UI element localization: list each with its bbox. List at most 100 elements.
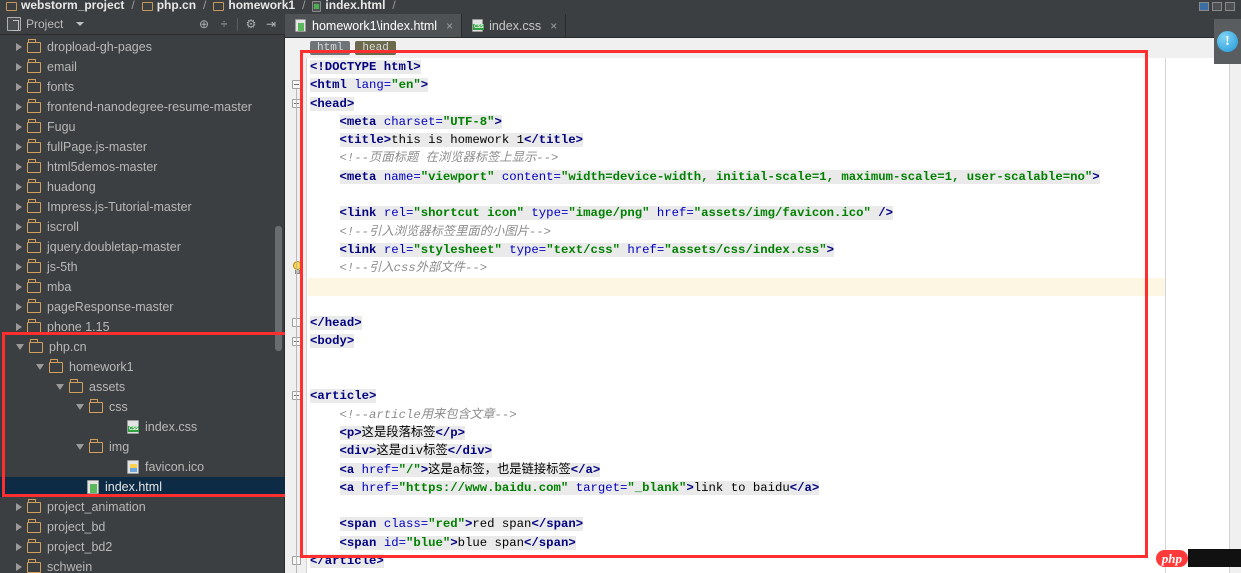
breadcrumb-item-3[interactable]: index.html [312, 0, 385, 14]
tree-row-jquery-doubletap-master[interactable]: jquery.doubletap-master [0, 237, 285, 257]
code-line[interactable]: <!--页面标题 在浏览器标签上显示--> [308, 149, 1241, 167]
chevron-down-icon[interactable] [76, 404, 84, 410]
chevron-right-icon[interactable] [16, 243, 22, 251]
toolbar-icon[interactable] [1225, 2, 1235, 11]
breadcrumb-item-2[interactable]: homework1 [213, 0, 295, 14]
close-icon[interactable]: × [446, 19, 453, 33]
tree-row-project-bd[interactable]: project_bd [0, 517, 285, 537]
chevron-down-icon[interactable] [56, 384, 64, 390]
chevron-right-icon[interactable] [16, 263, 22, 271]
breadcrumb-item-0[interactable]: webstorm_project [6, 0, 124, 14]
code-line[interactable]: <p>这是段落标签</p> [308, 424, 1241, 442]
collapse-all-icon[interactable]: ÷ [215, 15, 233, 33]
editor-gutter[interactable] [285, 58, 307, 573]
code-editor[interactable]: <!DOCTYPE html> <html lang="en"> <head> <m… [285, 58, 1241, 573]
code-line[interactable] [308, 497, 1241, 515]
chevron-right-icon[interactable] [16, 283, 22, 291]
chevron-down-icon[interactable] [36, 364, 44, 370]
chevron-right-icon[interactable] [16, 103, 22, 111]
code-line[interactable]: <meta name="viewport" content="width=dev… [308, 168, 1241, 186]
chevron-right-icon[interactable] [16, 563, 22, 571]
code-line[interactable]: <a href="https://www.baidu.com" target="… [308, 479, 1241, 497]
code-line[interactable]: <title>this is homework 1</title> [308, 131, 1241, 149]
chevron-right-icon[interactable] [16, 43, 22, 51]
tree-row-fugu[interactable]: Fugu [0, 117, 285, 137]
code-line[interactable]: <body> [308, 332, 1241, 350]
code-line[interactable]: <meta charset="UTF-8"> [308, 113, 1241, 131]
tab-homework1-index-html[interactable]: homework1\index.html × [285, 14, 463, 37]
tree-row-img[interactable]: img [0, 437, 285, 457]
chevron-right-icon[interactable] [16, 303, 22, 311]
code-line[interactable]: <div>这是div标签</div> [308, 442, 1241, 460]
chevron-right-icon[interactable] [16, 63, 22, 71]
tree-row-homework1[interactable]: homework1 [0, 357, 285, 377]
tree-row-assets[interactable]: assets [0, 377, 285, 397]
tree-row-schwein[interactable]: schwein [0, 557, 285, 573]
tree-row-html5demos-master[interactable]: html5demos-master [0, 157, 285, 177]
code-line[interactable] [308, 351, 1241, 369]
chevron-right-icon[interactable] [16, 203, 22, 211]
editor-breadcrumb-html[interactable]: html [310, 41, 351, 55]
editor-analysis-scrollbar[interactable] [1229, 58, 1241, 573]
tree-row-js-5th[interactable]: js-5th [0, 257, 285, 277]
breadcrumb-item-1[interactable]: php.cn [141, 0, 196, 14]
toolbar-icon[interactable] [1212, 2, 1222, 11]
tree-row-pageresponse-master[interactable]: pageResponse-master [0, 297, 285, 317]
code-line[interactable]: <span id="blue">blue span</span> [308, 534, 1241, 552]
tree-row-fullpage-js-master[interactable]: fullPage.js-master [0, 137, 285, 157]
tree-row-project-bd2[interactable]: project_bd2 [0, 537, 285, 557]
code-line[interactable]: <!--article用来包含文章--> [308, 406, 1241, 424]
hide-panel-icon[interactable]: ⇥ [262, 15, 280, 33]
tree-scrollbar[interactable] [275, 226, 282, 351]
tree-row-phone-1-15[interactable]: phone 1.15 [0, 317, 285, 337]
project-file-tree[interactable]: dropload-gh-pages email fonts frontend-nano… [0, 35, 285, 573]
tree-row-php-cn[interactable]: php.cn [0, 337, 285, 357]
toolbar-icon[interactable] [1199, 2, 1209, 11]
code-line[interactable]: <!DOCTYPE html> [308, 58, 1241, 76]
chevron-right-icon[interactable] [16, 503, 22, 511]
code-line[interactable]: <article> [308, 387, 1241, 405]
chevron-down-icon[interactable] [76, 22, 85, 26]
code-line[interactable]: <html lang="en"> [308, 76, 1241, 94]
tree-row-index-html[interactable]: index.html [0, 477, 285, 497]
tree-row-css[interactable]: css [0, 397, 285, 417]
chevron-down-icon[interactable] [76, 444, 84, 450]
chevron-right-icon[interactable] [16, 323, 22, 331]
tree-row-fonts[interactable]: fonts [0, 77, 285, 97]
chevron-right-icon[interactable] [16, 543, 22, 551]
code-line[interactable]: <link rel="stylesheet" type="text/css" h… [308, 241, 1241, 259]
chevron-right-icon[interactable] [16, 83, 22, 91]
chevron-right-icon[interactable] [16, 183, 22, 191]
code-line[interactable]: </article> [308, 552, 1241, 570]
code-line[interactable]: </head> [308, 314, 1241, 332]
code-content[interactable]: <!DOCTYPE html> <html lang="en"> <head> <m… [308, 58, 1241, 573]
settings-gear-icon[interactable]: ⚙ [242, 15, 260, 33]
code-line[interactable] [308, 277, 1241, 296]
tree-row-huadong[interactable]: huadong [0, 177, 285, 197]
locate-icon[interactable]: ⊕ [195, 15, 213, 33]
tree-row-frontend-nanodegree-resume-master[interactable]: frontend-nanodegree-resume-master [0, 97, 285, 117]
tab-index-css[interactable]: index.css × [462, 14, 567, 37]
tree-row-index-css[interactable]: index.css [0, 417, 285, 437]
tree-row-iscroll[interactable]: iscroll [0, 217, 285, 237]
tree-row-mba[interactable]: mba [0, 277, 285, 297]
chevron-right-icon[interactable] [16, 143, 22, 151]
code-line[interactable]: <!--引入浏览器标签里面的小图片--> [308, 223, 1241, 241]
tree-row-project-animation[interactable]: project_animation [0, 497, 285, 517]
tree-row-favicon-ico[interactable]: favicon.ico [0, 457, 285, 477]
tree-row-dropload-gh-pages[interactable]: dropload-gh-pages [0, 37, 285, 57]
code-line[interactable]: <!--引入css外部文件--> [308, 259, 1241, 277]
tree-row-email[interactable]: email [0, 57, 285, 77]
code-line[interactable]: <a href="/">这是a标签，也是链接标签</a> [308, 461, 1241, 479]
code-line[interactable] [308, 296, 1241, 314]
chevron-down-icon[interactable] [16, 344, 24, 350]
code-line[interactable]: <span class="red">red span</span> [308, 515, 1241, 533]
close-icon[interactable]: × [550, 19, 557, 33]
chevron-right-icon[interactable] [16, 163, 22, 171]
code-line[interactable] [308, 369, 1241, 387]
code-line[interactable]: <link rel="shortcut icon" type="image/pn… [308, 204, 1241, 222]
code-line[interactable]: <head> [308, 95, 1241, 113]
chevron-right-icon[interactable] [16, 223, 22, 231]
chevron-right-icon[interactable] [16, 123, 22, 131]
chevron-right-icon[interactable] [16, 523, 22, 531]
